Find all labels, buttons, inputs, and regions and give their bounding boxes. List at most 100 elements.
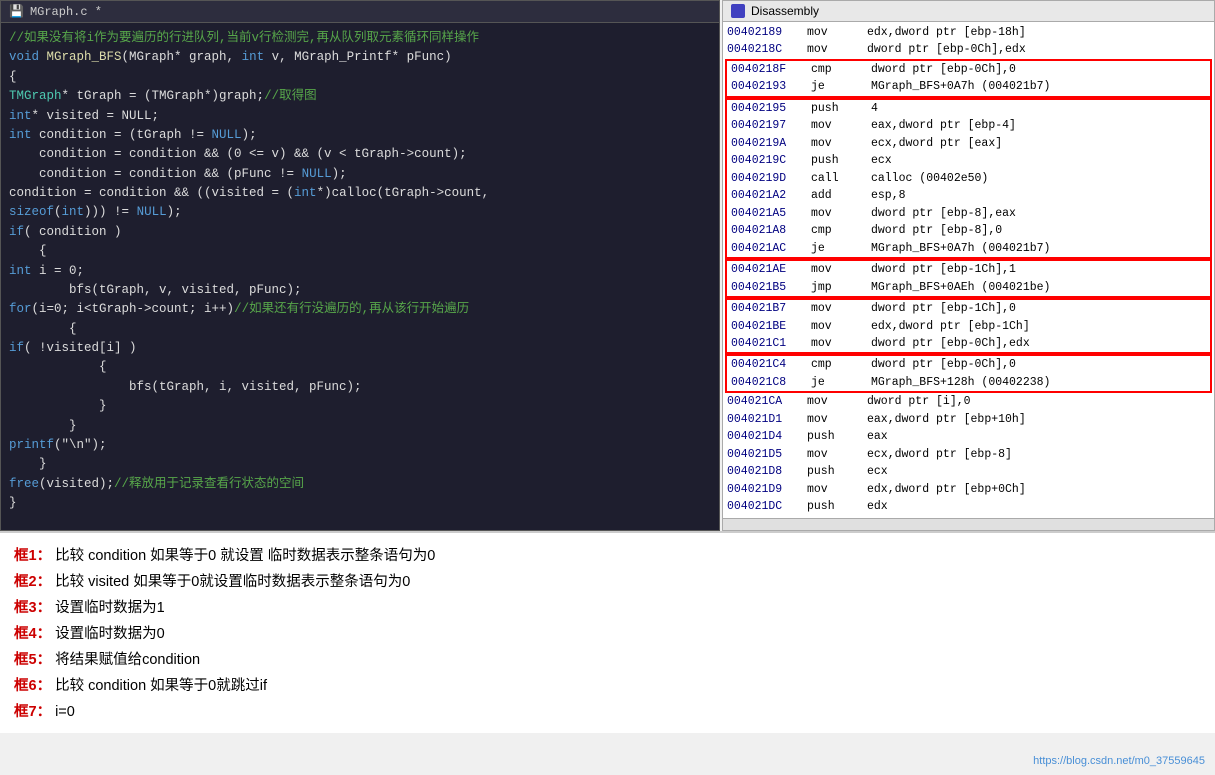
disasm-operand: dword ptr [ebp-1Ch],0 xyxy=(871,300,1016,317)
label-number: 框5： xyxy=(14,647,51,673)
disasm-addr: 004021C8 xyxy=(731,374,811,391)
disasm-row[interactable]: 00402193jeMGraph_BFS+0A7h (004021b7) xyxy=(727,78,1210,95)
disasm-row[interactable]: 0040219Dcallcalloc (00402e50) xyxy=(727,170,1210,187)
disasm-row[interactable]: 004021C4cmpdword ptr [ebp-0Ch],0 xyxy=(727,356,1210,373)
disasm-row[interactable]: 004021D9movedx,dword ptr [ebp+0Ch] xyxy=(723,481,1214,498)
disasm-addr: 004021D8 xyxy=(727,463,807,480)
disasm-row[interactable]: 004021C8jeMGraph_BFS+128h (00402238) xyxy=(727,374,1210,391)
disasm-row[interactable]: 00402195push4 xyxy=(727,100,1210,117)
disasm-title-text: Disassembly xyxy=(751,4,819,18)
code-line: condition = condition && (0 <= v) && (v … xyxy=(1,145,719,164)
disasm-addr: 00402195 xyxy=(731,100,811,117)
annotation-label: 框3：设置临时数据为1 xyxy=(14,595,1201,621)
code-line: sizeof(int))) != NULL); xyxy=(1,203,719,222)
code-line: bfs(tGraph, v, visited, pFunc); xyxy=(1,281,719,300)
code-line: int i = 0; xyxy=(1,262,719,281)
disasm-addr: 004021AE xyxy=(731,261,811,278)
code-line: { xyxy=(1,242,719,261)
code-line: } xyxy=(1,397,719,416)
code-line: printf("\n"); xyxy=(1,436,719,455)
disasm-addr: 00402189 xyxy=(727,24,807,41)
disasm-addr: 0040218C xyxy=(727,41,807,58)
disasm-row[interactable]: 004021D8pushecx xyxy=(723,463,1214,480)
disasm-operand: eax,dword ptr [ebp-4] xyxy=(871,117,1016,134)
disasm-row[interactable]: 004021AEmovdword ptr [ebp-1Ch],1 xyxy=(727,261,1210,278)
disasm-operand: dword ptr [i],0 xyxy=(867,393,971,410)
disasm-mnemonic: mov xyxy=(811,135,871,152)
disasm-mnemonic: mov xyxy=(807,24,867,41)
disasm-operand: eax xyxy=(867,428,888,445)
disasm-addr: 004021D5 xyxy=(727,446,807,463)
disasm-addr: 00402193 xyxy=(731,78,811,95)
disasm-row[interactable]: 004021DCpushedx xyxy=(723,498,1214,515)
disasm-operand: dword ptr [ebp-8],0 xyxy=(871,222,1002,239)
annotation-label: 框7：i=0 xyxy=(14,699,1201,725)
disasm-row[interactable]: 00402189movedx,dword ptr [ebp-18h] xyxy=(723,24,1214,41)
label-number: 框4： xyxy=(14,621,51,647)
disasm-mnemonic: mov xyxy=(811,300,871,317)
code-line: bfs(tGraph, i, visited, pFunc); xyxy=(1,378,719,397)
disasm-operand: dword ptr [ebp-0Ch],0 xyxy=(871,61,1016,78)
disasm-row[interactable]: 0040218Cmovdword ptr [ebp-0Ch],edx xyxy=(723,41,1214,58)
disasm-mnemonic: je xyxy=(811,374,871,391)
disasm-row[interactable]: 004021B5jmpMGraph_BFS+0AEh (004021be) xyxy=(727,279,1210,296)
code-line: { xyxy=(1,68,719,87)
disasm-mnemonic: mov xyxy=(807,411,867,428)
disasm-row[interactable]: 004021A8cmpdword ptr [ebp-8],0 xyxy=(727,222,1210,239)
code-file-icon: 💾 xyxy=(9,4,24,19)
top-section: 💾 MGraph.c * //如果没有将i作为要遍历的行进队列,当前v行检测完,… xyxy=(0,0,1215,531)
disasm-icon xyxy=(731,4,745,18)
label-text: 比较 condition 如果等于0就跳过if xyxy=(55,673,267,699)
disasm-operand: esp,8 xyxy=(871,187,906,204)
bottom-section: 框1：比较 condition 如果等于0 就设置 临时数据表示整条语句为0框2… xyxy=(0,531,1215,734)
disasm-row[interactable]: 0040218Fcmpdword ptr [ebp-0Ch],0 xyxy=(727,61,1210,78)
disasm-mnemonic: mov xyxy=(811,261,871,278)
disasm-operand: MGraph_BFS+0A7h (004021b7) xyxy=(871,240,1050,257)
disasm-row[interactable]: 004021ACjeMGraph_BFS+0A7h (004021b7) xyxy=(727,240,1210,257)
disasm-operand: dword ptr [ebp-1Ch],1 xyxy=(871,261,1016,278)
code-line: void MGraph_BFS(MGraph* graph, int v, MG… xyxy=(1,48,719,67)
disasm-row[interactable]: 004021C1movdword ptr [ebp-0Ch],edx xyxy=(727,335,1210,352)
watermark: https://blog.csdn.net/m0_37559645 xyxy=(1033,755,1205,767)
disasm-row[interactable]: 004021BEmovedx,dword ptr [ebp-1Ch] xyxy=(727,318,1210,335)
code-line: condition = condition && (pFunc != NULL)… xyxy=(1,165,719,184)
label-text: i=0 xyxy=(55,699,75,725)
disasm-operand: ecx,dword ptr [ebp-8] xyxy=(867,446,1012,463)
disasm-mnemonic: push xyxy=(811,100,871,117)
label-number: 框7： xyxy=(14,699,51,725)
disasm-mnemonic: jmp xyxy=(811,279,871,296)
disasm-addr: 004021D4 xyxy=(727,428,807,445)
disasm-mnemonic: push xyxy=(811,152,871,169)
disasm-operand: eax,dword ptr [ebp+10h] xyxy=(867,411,1026,428)
disasm-addr: 004021A2 xyxy=(731,187,811,204)
disasm-row[interactable]: 004021A2addesp,8 xyxy=(727,187,1210,204)
disasm-row[interactable]: 00402197moveax,dword ptr [ebp-4] xyxy=(727,117,1210,134)
disasm-addr: 004021B7 xyxy=(731,300,811,317)
disasm-box-group: 00402195push400402197moveax,dword ptr [e… xyxy=(725,98,1212,259)
disasm-operand: edx,dword ptr [ebp+0Ch] xyxy=(867,481,1026,498)
disasm-row[interactable]: 004021D4pusheax xyxy=(723,428,1214,445)
disasm-mnemonic: mov xyxy=(807,446,867,463)
disasm-content[interactable]: 00402189movedx,dword ptr [ebp-18h]004021… xyxy=(723,22,1214,518)
disasm-row[interactable]: 004021A5movdword ptr [ebp-8],eax xyxy=(727,205,1210,222)
disasm-row[interactable]: 004021D1moveax,dword ptr [ebp+10h] xyxy=(723,411,1214,428)
disasm-row[interactable]: 004021B7movdword ptr [ebp-1Ch],0 xyxy=(727,300,1210,317)
code-line: } xyxy=(1,494,719,513)
disasm-mnemonic: push xyxy=(807,498,867,515)
code-panel: 💾 MGraph.c * //如果没有将i作为要遍历的行进队列,当前v行检测完,… xyxy=(0,0,720,531)
disasm-operand: edx,dword ptr [ebp-1Ch] xyxy=(871,318,1030,335)
disasm-row[interactable]: 004021CAmovdword ptr [i],0 xyxy=(723,393,1214,410)
code-line: TMGraph* tGraph = (TMGraph*)graph;//取得图 xyxy=(1,87,719,106)
disasm-operand: edx xyxy=(867,498,888,515)
disasm-row[interactable]: 0040219Cpushecx xyxy=(727,152,1210,169)
disasm-box-group: 004021C4cmpdword ptr [ebp-0Ch],0004021C8… xyxy=(725,354,1212,393)
label-text: 设置临时数据为0 xyxy=(55,621,165,647)
code-line: free(visited);//释放用于记录查看行状态的空间 xyxy=(1,475,719,494)
disasm-addr: 004021AC xyxy=(731,240,811,257)
disasm-addr: 004021CA xyxy=(727,393,807,410)
disasm-scrollbar[interactable] xyxy=(723,518,1214,530)
disasm-row[interactable]: 0040219Amovecx,dword ptr [eax] xyxy=(727,135,1210,152)
disasm-row[interactable]: 004021D5movecx,dword ptr [ebp-8] xyxy=(723,446,1214,463)
disasm-mnemonic: call xyxy=(811,170,871,187)
disasm-operand: 4 xyxy=(871,100,878,117)
